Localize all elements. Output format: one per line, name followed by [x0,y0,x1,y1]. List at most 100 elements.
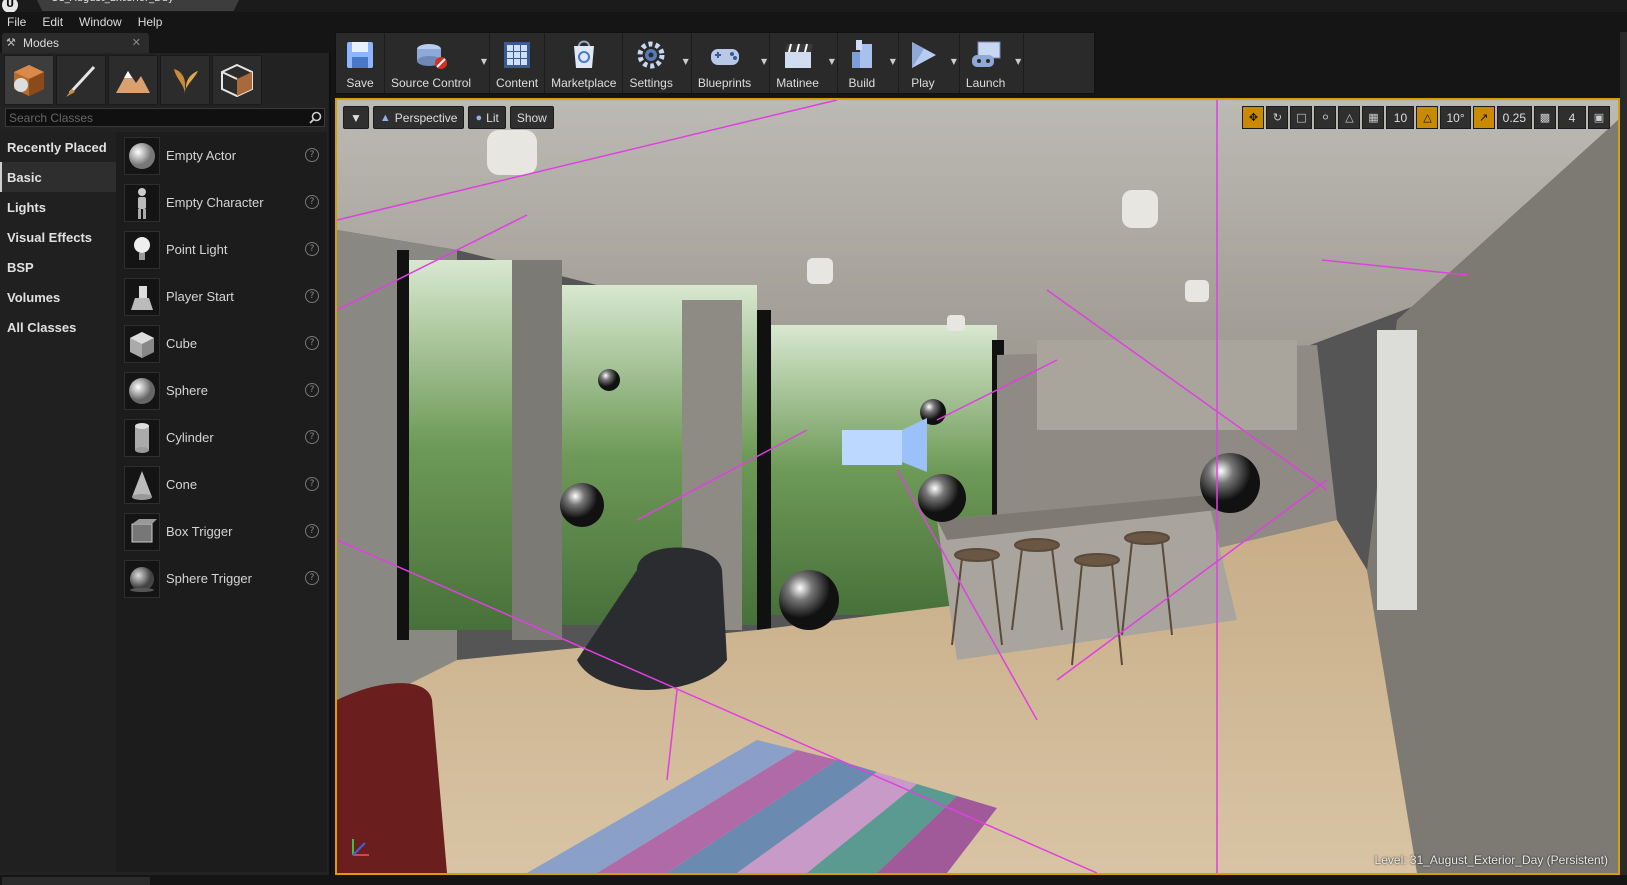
light-bulb-icon [124,230,160,269]
help-icon[interactable]: ? [305,148,319,162]
help-icon[interactable]: ? [305,242,319,256]
help-icon[interactable]: ? [305,195,319,209]
viewport-options-button[interactable]: ▼ [343,106,369,129]
grid-snap-value[interactable]: 10 [1386,106,1415,129]
level-document-tab[interactable]: 31_August_Exterior_Day [34,0,242,11]
class-item-player-start[interactable]: Player Start ? [116,273,327,320]
show-button[interactable]: Show [509,106,554,129]
scale-mode-icon[interactable]: □ [1290,106,1313,129]
chevron-down-icon[interactable]: ▼ [829,57,835,66]
tv-screen [1377,330,1417,610]
class-item-cone[interactable]: Cone ? [116,461,327,508]
help-icon[interactable]: ? [305,477,319,491]
menu-window[interactable]: Window [79,15,122,29]
category-lights[interactable]: Lights [0,192,116,222]
chevron-down-icon[interactable]: ▼ [683,57,689,66]
category-volumes[interactable]: Volumes [0,282,116,312]
marketplace-button[interactable]: Marketplace [545,33,624,93]
category-all-classes[interactable]: All Classes [0,312,116,342]
main-toolbar: Save Source Control ▼ Content Marketplac… [335,32,1095,94]
world-space-icon[interactable]: ⚪ [1314,106,1337,129]
blueprints-icon [707,37,743,73]
matinee-button[interactable]: Matinee ▼ [770,33,838,93]
build-button[interactable]: Build ▼ [838,33,899,93]
class-label: Empty Character [166,195,264,210]
landscape-mode-icon [116,71,150,93]
scale-snap-value[interactable]: 0.25 [1496,106,1532,129]
chevron-down-icon: ▼ [350,110,362,125]
viewport-toolbar-right: ✥ ↻ □ ⚪ △ ▦ 10 △ 10° ↗ 0.25 ▩ 4 ▣ [1242,106,1610,129]
search-icon[interactable] [306,109,324,126]
chevron-down-icon[interactable]: ▼ [481,57,487,66]
translate-mode-icon[interactable]: ✥ [1242,106,1265,129]
mode-buttons [4,55,264,105]
class-item-cylinder[interactable]: Cylinder ? [116,414,327,461]
help-icon[interactable]: ? [305,289,319,303]
modes-tab[interactable]: ⚒ Modes ✕ [2,33,149,53]
menu-edit[interactable]: Edit [42,15,63,29]
chevron-down-icon[interactable]: ▼ [1015,57,1021,66]
rotate-mode-icon[interactable]: ↻ [1266,106,1289,129]
help-icon[interactable]: ? [305,571,319,585]
class-item-box-trigger[interactable]: Box Trigger ? [116,508,327,555]
camera-speed-icon[interactable]: ▩ [1534,106,1556,129]
paint-mode-icon [66,65,96,97]
build-icon [844,37,880,73]
content-button[interactable]: Content [490,33,546,93]
launch-icon [968,37,1004,73]
landscape-mode-button[interactable] [108,55,158,105]
maximize-viewport-icon[interactable]: ▣ [1588,106,1610,129]
help-icon[interactable]: ? [305,383,319,397]
class-item-empty-actor[interactable]: Empty Actor ? [116,132,327,179]
help-icon[interactable]: ? [305,524,319,538]
close-icon[interactable]: ✕ [132,36,141,49]
play-button[interactable]: Play ▼ [899,33,960,93]
menu-file[interactable]: File [7,15,26,29]
place-mode-button[interactable] [4,55,54,105]
class-item-point-light[interactable]: Point Light ? [116,226,327,273]
class-item-empty-character[interactable]: Empty Character ? [116,179,327,226]
bottom-panel-tab[interactable] [2,877,150,885]
search-classes-box [5,108,325,127]
geometry-mode-button[interactable] [212,55,262,105]
rotation-snap-value[interactable]: 10° [1440,106,1471,129]
chevron-down-icon[interactable]: ▼ [890,57,896,66]
grid-snap-icon[interactable]: ▦ [1362,106,1385,129]
chevron-down-icon[interactable]: ▼ [761,57,767,66]
class-item-sphere[interactable]: Sphere ? [116,367,327,414]
chevron-down-icon[interactable]: ▼ [951,57,957,66]
right-panel-edge [1620,32,1627,875]
paint-mode-button[interactable] [56,55,106,105]
foliage-mode-button[interactable] [160,55,210,105]
category-visual-effects[interactable]: Visual Effects [0,222,116,252]
category-recently-placed[interactable]: Recently Placed [0,132,116,162]
save-icon [342,37,378,73]
class-item-sphere-trigger[interactable]: Sphere Trigger ? [116,555,327,602]
perspective-button[interactable]: ▲ Perspective [372,106,465,129]
level-viewport[interactable]: ▼ ▲ Perspective ● Lit Show ✥ ↻ □ ⚪ △ ▦ 10 … [335,98,1620,875]
settings-button[interactable]: Settings ▼ [623,33,692,93]
class-label: Empty Actor [166,148,237,163]
lit-sphere-icon: ● [475,111,483,124]
matinee-icon [780,37,816,73]
menu-help[interactable]: Help [138,15,163,29]
cube-icon [124,324,160,363]
scale-snap-icon[interactable]: ↗ [1472,106,1495,129]
help-icon[interactable]: ? [305,430,319,444]
surface-snap-icon[interactable]: △ [1338,106,1361,129]
help-icon[interactable]: ? [305,336,319,350]
lit-button[interactable]: ● Lit [468,106,506,129]
class-item-cube[interactable]: Cube ? [116,320,327,367]
perspective-icon: ▲ [379,111,391,124]
launch-button[interactable]: Launch ▼ [960,33,1025,93]
blueprints-button[interactable]: Blueprints ▼ [692,33,771,93]
category-basic[interactable]: Basic [0,162,116,192]
save-button[interactable]: Save [336,33,385,93]
search-input[interactable] [6,109,306,126]
category-bsp[interactable]: BSP [0,252,116,282]
modes-tab-label: Modes [23,36,60,50]
settings-icon [633,37,669,73]
source-control-button[interactable]: Source Control ▼ [385,33,491,93]
rotation-snap-icon[interactable]: △ [1416,106,1439,129]
camera-speed-value[interactable]: 4 [1558,106,1586,129]
